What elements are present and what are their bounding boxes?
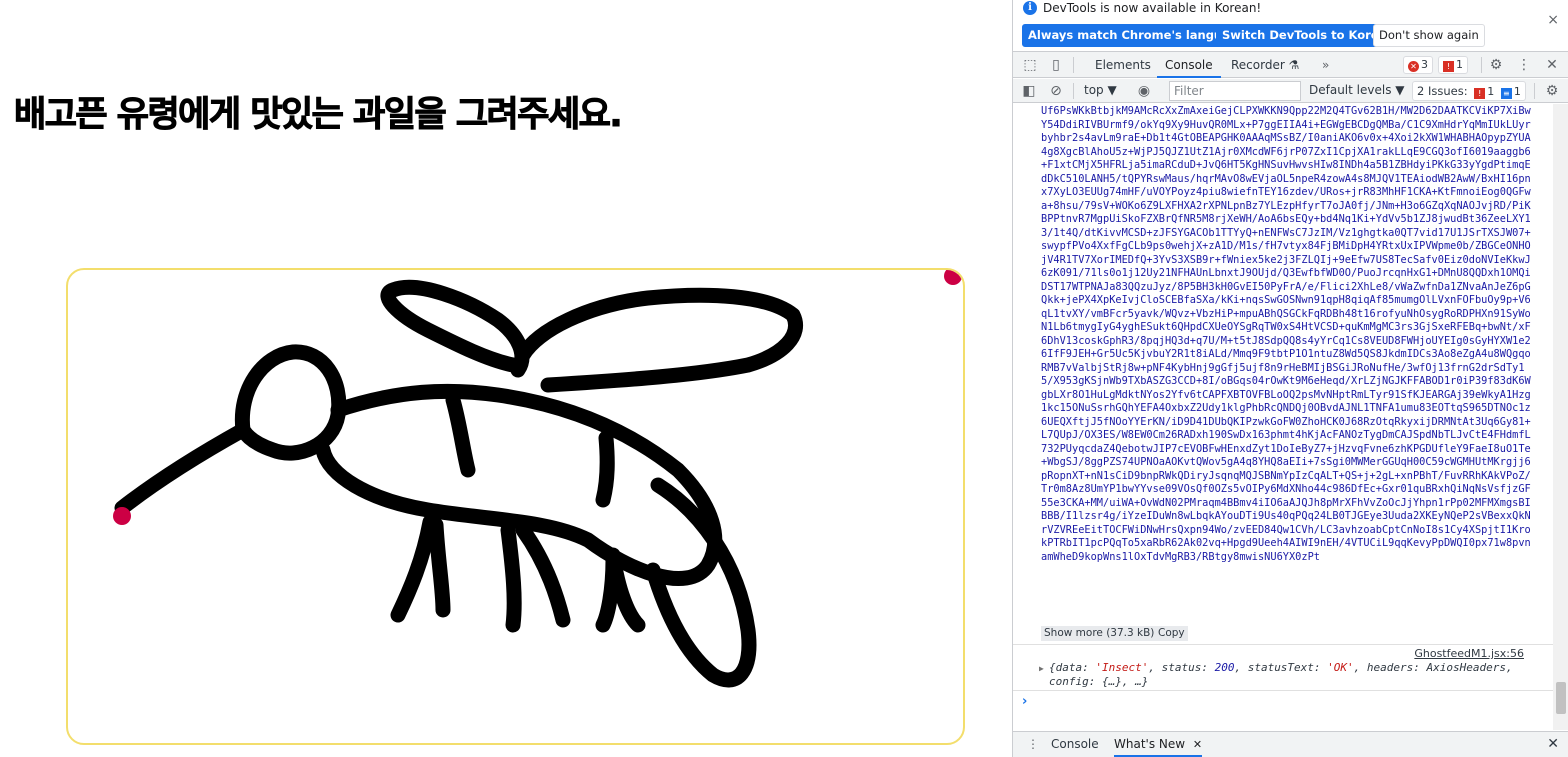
issue-info-icon: ≡: [1500, 88, 1512, 99]
tab-elements[interactable]: Elements: [1095, 52, 1151, 78]
tab-recorder[interactable]: Recorder ⚗: [1231, 52, 1299, 78]
devtools-panel: i DevTools is now available in Korean! ×…: [1012, 0, 1568, 757]
whats-new-label: What's New: [1114, 737, 1186, 751]
issues-info-count: 1: [1513, 85, 1521, 98]
error-count: 3: [1421, 58, 1428, 71]
context-selector[interactable]: top ▼: [1084, 83, 1117, 97]
warning-count: 1: [1456, 58, 1463, 71]
web-page: 배고픈 유령에게 맛있는 과일을 그려주세요.: [0, 0, 1012, 757]
devtools-tabbar: ⬚ ▯ Elements Console Recorder ⚗ » ✕ 3 ! 1 …: [1013, 51, 1568, 78]
issues-error: ! 1: [1471, 85, 1495, 99]
settings-gear-icon[interactable]: ⚙: [1487, 56, 1505, 74]
error-icon: ✕: [1408, 61, 1419, 72]
obj-status-key: , status:: [1148, 661, 1215, 674]
sidebar-toggle-icon[interactable]: ◧: [1020, 82, 1038, 100]
left-wing-stroke: [380, 279, 530, 378]
obj-status-value: 200: [1214, 661, 1235, 674]
expand-triangle-icon[interactable]: ▶: [1039, 662, 1044, 676]
issue-error-icon: !: [1474, 88, 1486, 99]
issues-info: ≡ 1: [1497, 85, 1521, 99]
console-output: Uf6PsWKkBtbjkM9AMcRcXxZmAxeiGejCLPXWKKN9…: [1013, 104, 1553, 730]
obj-data-value: 'Insect': [1095, 661, 1149, 674]
language-infobar: i DevTools is now available in Korean! ×…: [1013, 0, 1568, 50]
whats-new-close-icon[interactable]: ✕: [1193, 738, 1202, 751]
prompt-divider: [1013, 690, 1553, 691]
dont-show-again-button[interactable]: Don't show again: [1373, 24, 1485, 47]
issues-error-count: 1: [1487, 85, 1495, 98]
clear-console-icon[interactable]: ⊘: [1047, 82, 1065, 100]
warning-count-badge[interactable]: ! 1: [1438, 56, 1468, 74]
console-prompt-icon[interactable]: ›: [1022, 694, 1027, 709]
drawer-tab-whats-new[interactable]: What's New ✕: [1114, 732, 1203, 757]
console-scrollbar[interactable]: [1553, 104, 1568, 730]
segment-stroke-1: [445, 392, 476, 478]
toolbar-divider: [1073, 83, 1074, 99]
info-icon: i: [1023, 1, 1037, 15]
base64-log-string: Uf6PsWKkBtbjkM9AMcRcXxZmAxeiGejCLPXWKKN9…: [1041, 105, 1531, 563]
live-expression-eye-icon[interactable]: ◉: [1135, 82, 1153, 100]
segment-stroke-2: [595, 430, 615, 508]
obj-statustext-key: , statusText:: [1234, 661, 1328, 674]
start-marker: [113, 507, 131, 525]
page-title: 배고픈 유령에게 맛있는 과일을 그려주세요.: [13, 95, 623, 136]
obj-statustext-value: 'OK': [1327, 661, 1354, 674]
device-toolbar-icon[interactable]: ▯: [1047, 56, 1065, 74]
console-filter-input[interactable]: [1169, 81, 1301, 101]
customize-menu-icon[interactable]: ⋮: [1515, 56, 1533, 74]
end-marker: [944, 270, 962, 285]
log-levels-dropdown[interactable]: Default levels ▼: [1309, 83, 1405, 97]
close-drawer-icon[interactable]: ✕: [1547, 736, 1559, 752]
more-tabs-icon[interactable]: »: [1322, 52, 1329, 78]
show-more-button[interactable]: Show more (37.3 kB): [1041, 626, 1158, 641]
devtools-drawer: ⋮ Console What's New ✕ ✕: [1013, 731, 1568, 757]
log-divider: [1013, 644, 1553, 645]
scrollbar-thumb[interactable]: [1556, 682, 1566, 714]
leg-stroke-3: [500, 522, 522, 633]
leg-stroke-2: [428, 517, 451, 618]
tab-console[interactable]: Console: [1157, 52, 1221, 78]
drawer-menu-icon[interactable]: ⋮: [1027, 737, 1039, 751]
error-count-badge[interactable]: ✕ 3: [1403, 56, 1433, 74]
toolbar-divider: [1534, 83, 1535, 99]
issue-flag-icon: !: [1443, 61, 1454, 72]
response-object-log[interactable]: ▶ {data: 'Insect', status: 200, statusTex…: [1039, 661, 1529, 689]
infobar-close-icon[interactable]: ×: [1547, 12, 1559, 28]
issues-button[interactable]: 2 Issues: ! 1 ≡ 1: [1412, 81, 1526, 101]
drawing-canvas[interactable]: [66, 268, 965, 745]
infobar-message: DevTools is now available in Korean!: [1043, 1, 1262, 15]
drawer-tab-console[interactable]: Console: [1051, 732, 1099, 757]
head-stroke: [234, 344, 347, 461]
insect-drawing: [113, 270, 962, 688]
console-settings-gear-icon[interactable]: ⚙: [1543, 82, 1561, 100]
leg-stroke-4: [515, 522, 571, 628]
close-devtools-icon[interactable]: ✕: [1543, 56, 1561, 74]
right-wing-stroke: [515, 287, 804, 393]
source-link[interactable]: GhostfeedM1.jsx:56: [1414, 647, 1524, 660]
toolbar-divider: [1481, 57, 1482, 73]
proboscis-stroke: [114, 422, 251, 516]
console-toolbar: ◧ ⊘ top ▼ ◉ Default levels ▼ 2 Issues: !…: [1013, 79, 1568, 103]
toolbar-divider: [1073, 57, 1074, 73]
obj-prefix: {data:: [1049, 661, 1096, 674]
issues-label: 2 Issues:: [1417, 84, 1468, 98]
leg-stroke-6: [595, 552, 621, 633]
copy-button[interactable]: Copy: [1155, 626, 1188, 641]
leg-stroke-1: [390, 514, 438, 623]
inspect-element-icon[interactable]: ⬚: [1021, 56, 1039, 74]
